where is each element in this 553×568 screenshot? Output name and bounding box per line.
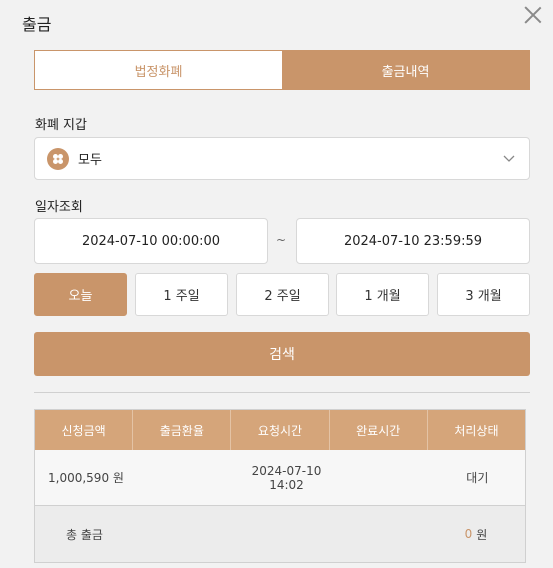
divider — [34, 392, 530, 393]
withdraw-history-table: 신청금액 출금환율 요청시간 완료시간 처리상태 1,000,590 원 202… — [34, 409, 526, 563]
rate-cell — [143, 450, 238, 505]
total-value: 0 원 — [427, 506, 525, 562]
request-date: 2024-07-10 — [251, 463, 322, 478]
column-header: 신청금액 — [35, 410, 134, 450]
chevron-down-icon — [503, 155, 515, 162]
withdraw-modal: 출금 법정화폐 출금내역 화폐 지갑 모두 일자조회 2024-07-10 00… — [0, 0, 553, 568]
period-1week-button[interactable]: 1 주일 — [135, 273, 228, 316]
status-cell: 대기 — [466, 471, 489, 485]
period-1month-button[interactable]: 1 개월 — [336, 273, 429, 316]
close-icon[interactable] — [520, 2, 546, 28]
request-time-cell: 2024-07-10 14:02 — [239, 450, 334, 505]
wallet-select[interactable]: 모두 — [34, 137, 530, 180]
total-row: 총 출금 0 원 — [35, 506, 525, 562]
column-header: 출금환율 — [133, 410, 232, 450]
tab-bar: 법정화폐 출금내역 — [34, 50, 530, 90]
tab-withdraw-history[interactable]: 출금내역 — [282, 51, 529, 89]
column-header: 처리상태 — [454, 423, 499, 438]
coin-icon — [47, 147, 69, 170]
date-from-input[interactable]: 2024-07-10 00:00:00 — [34, 218, 268, 264]
request-time: 14:02 — [269, 477, 304, 492]
column-header: 요청시간 — [231, 410, 330, 450]
total-label: 총 출금 — [66, 527, 103, 542]
period-3month-button[interactable]: 3 개월 — [437, 273, 530, 316]
date-label: 일자조회 — [35, 200, 83, 215]
table-row: 1,000,590 원 2024-07-10 14:02 대기 — [35, 450, 525, 506]
wallet-select-value: 모두 — [78, 153, 102, 168]
total-unit: 원 — [476, 527, 488, 542]
amount-cell: 1,000,590 원 — [48, 471, 124, 485]
column-header: 완료시간 — [330, 410, 428, 450]
complete-time-cell — [334, 450, 429, 505]
search-button[interactable]: 검색 — [34, 332, 530, 376]
tab-fiat[interactable]: 법정화폐 — [35, 51, 282, 89]
date-separator: ~ — [276, 233, 287, 247]
date-to-input[interactable]: 2024-07-10 23:59:59 — [296, 218, 530, 264]
table-header: 신청금액 출금환율 요청시간 완료시간 처리상태 — [35, 410, 525, 450]
wallet-label: 화폐 지갑 — [35, 118, 87, 133]
period-2week-button[interactable]: 2 주일 — [236, 273, 329, 316]
period-today-button[interactable]: 오늘 — [34, 273, 127, 316]
modal-title: 출금 — [22, 15, 52, 34]
total-amount: 0 — [464, 527, 473, 541]
